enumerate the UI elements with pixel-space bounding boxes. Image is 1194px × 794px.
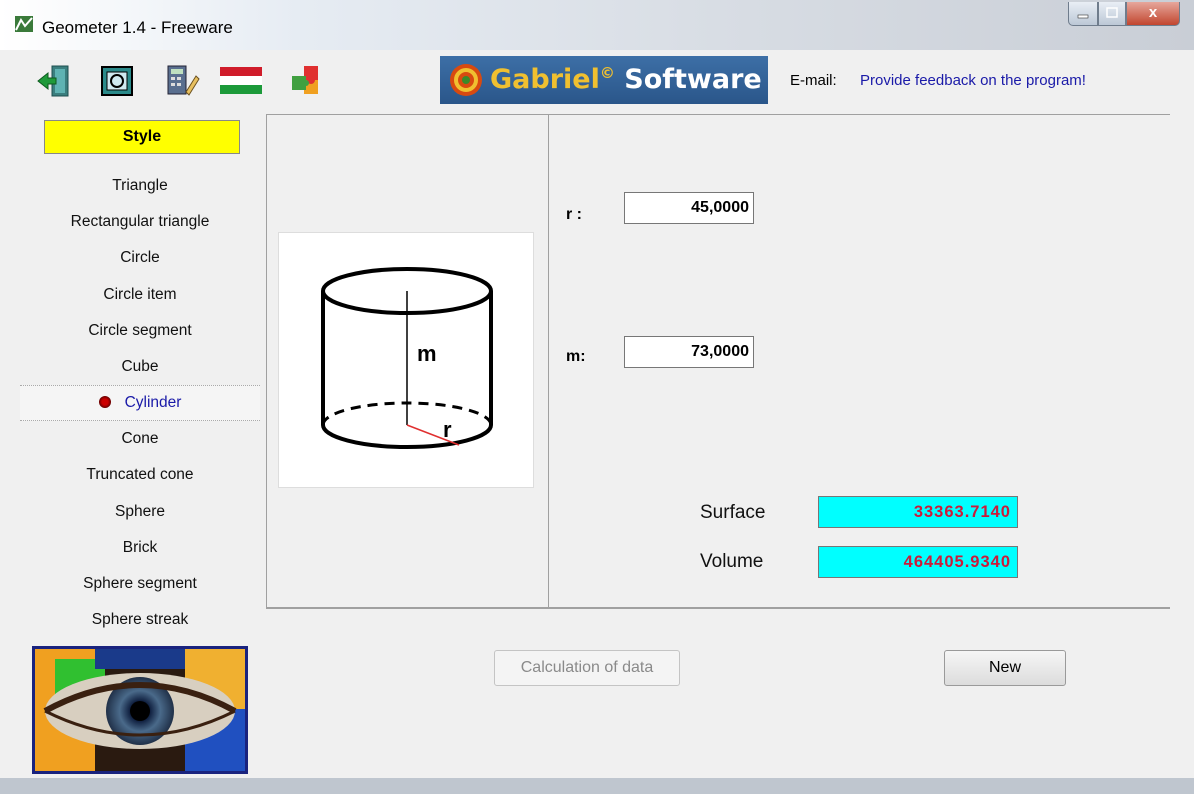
eye-illustration xyxy=(35,649,245,771)
shape-item-label: Circle segment xyxy=(88,321,192,339)
selected-radio-icon xyxy=(98,396,111,409)
shape-item[interactable]: Truncated cone xyxy=(20,461,260,497)
shape-item[interactable]: Circle xyxy=(20,244,260,280)
shape-item-selected[interactable]: Cylinder xyxy=(20,385,260,422)
volume-label: Volume xyxy=(700,551,764,572)
shape-item-label: Triangle xyxy=(112,177,168,194)
volume-value: 464405.9340 xyxy=(818,546,1018,578)
logo-text: Gabriel© Software xyxy=(490,64,762,95)
cylinder-figure: m r xyxy=(278,232,534,488)
maximize-icon xyxy=(1106,7,1118,18)
window-controls: x xyxy=(1068,2,1180,26)
shape-item[interactable]: Cube xyxy=(20,353,260,389)
r-input[interactable]: 45,0000 xyxy=(624,192,754,224)
shape-item-label: Sphere streak xyxy=(91,611,189,629)
hungarian-flag-icon[interactable] xyxy=(218,62,264,100)
shape-item[interactable]: Cone xyxy=(20,425,260,461)
shape-item-label: Truncated cone xyxy=(86,466,194,484)
new-button[interactable]: New xyxy=(944,650,1066,686)
email-label: E-mail: xyxy=(790,72,837,89)
shape-item-label: Rectangular triangle xyxy=(70,213,210,231)
logo-emblem-icon xyxy=(450,64,482,96)
app-icon xyxy=(15,16,33,32)
r-label: r : xyxy=(566,206,582,223)
shape-item-label: Sphere segment xyxy=(83,574,197,592)
window-title: Geometer 1.4 - Freeware xyxy=(42,18,233,37)
toolbar: Gabriel© Software E-mail: Provide feedba… xyxy=(12,52,1182,110)
style-header: Style xyxy=(44,120,240,154)
shape-list: Triangle Rectangular triangle Circle Cir… xyxy=(20,172,260,642)
surface-label: Surface xyxy=(700,502,766,523)
shape-item-label: Circle item xyxy=(103,285,177,303)
window-bottom-frame xyxy=(0,778,1194,794)
window-icon[interactable] xyxy=(98,62,136,100)
shape-item[interactable]: Sphere segment xyxy=(20,570,260,606)
close-icon: x xyxy=(1148,4,1158,21)
shape-item[interactable]: Sphere xyxy=(20,498,260,534)
panel-divider xyxy=(548,114,549,608)
surface-value: 33363.7140 xyxy=(818,496,1018,528)
shape-item[interactable]: Circle item xyxy=(20,281,260,317)
shape-item-label: Sphere xyxy=(115,502,165,520)
title-bar: Geometer 1.4 - Freeware x xyxy=(0,0,1194,50)
close-button[interactable]: x xyxy=(1126,2,1180,26)
gabriel-software-logo: Gabriel© Software xyxy=(440,56,768,104)
shape-item[interactable]: Sphere streak xyxy=(20,606,260,642)
app-window: Geometer 1.4 - Freeware x Gabriel© Softw… xyxy=(0,0,1194,794)
shape-item[interactable]: Triangle xyxy=(20,172,260,208)
feedback-link[interactable]: Provide feedback on the program! xyxy=(860,72,1086,89)
exit-icon[interactable] xyxy=(36,62,74,100)
shape-item-label: Cone xyxy=(121,430,159,448)
bottom-divider xyxy=(266,608,1170,609)
shape-item-label: Cube xyxy=(121,357,159,375)
height-label: m xyxy=(417,341,437,366)
maximize-button[interactable] xyxy=(1098,2,1126,26)
m-input[interactable]: 73,0000 xyxy=(624,336,754,368)
minimize-button[interactable] xyxy=(1068,2,1098,26)
shape-sidebar: Style Triangle Rectangular triangle Circ… xyxy=(20,114,260,780)
radius-label: r xyxy=(443,417,452,442)
shape-item[interactable]: Rectangular triangle xyxy=(20,208,260,244)
shape-item[interactable]: Brick xyxy=(20,534,260,570)
eye-image xyxy=(32,646,248,774)
cylinder-diagram: m r xyxy=(321,267,493,449)
minimize-icon xyxy=(1077,14,1089,19)
shape-item-label: Cylinder xyxy=(124,394,182,412)
puzzle-icon[interactable] xyxy=(288,62,326,100)
shape-item-label: Circle xyxy=(120,249,160,267)
shape-item-label: Brick xyxy=(122,538,158,556)
shape-item[interactable]: Circle segment xyxy=(20,317,260,353)
calculator-edit-icon[interactable] xyxy=(162,62,200,100)
calculate-button[interactable]: Calculation of data xyxy=(494,650,680,686)
m-label: m: xyxy=(566,348,586,365)
